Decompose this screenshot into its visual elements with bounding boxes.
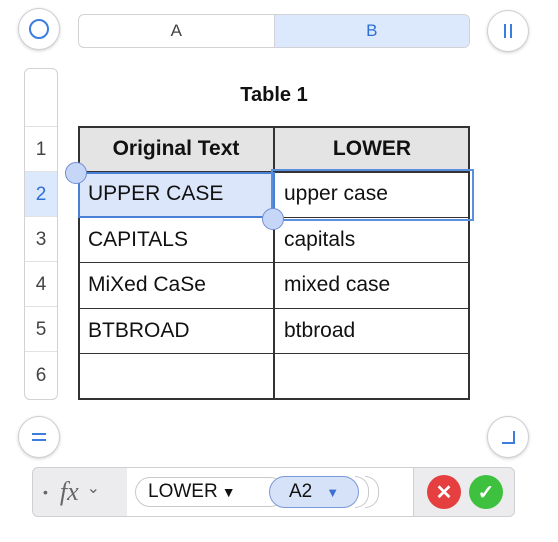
header-cell-lower[interactable]: LOWER	[274, 126, 470, 171]
fx-icon: fx	[59, 477, 79, 506]
column-header-bar: A B	[78, 14, 470, 48]
function-dropdown-icon: ▼	[221, 484, 236, 500]
selection-outline-a2	[78, 172, 275, 218]
row-header-bar: 1 2 3 4 5 6	[24, 68, 58, 400]
argument-dropdown-icon: ▼	[326, 484, 340, 500]
selection-handle-top-left[interactable]	[65, 162, 87, 184]
argument-paren	[365, 476, 379, 508]
row-header-2[interactable]: 2	[25, 171, 57, 217]
add-row-handle[interactable]	[18, 416, 60, 458]
bullet-icon: •	[43, 484, 48, 500]
function-name: LOWER	[148, 481, 218, 502]
row-header-5[interactable]: 5	[25, 306, 57, 352]
table-title[interactable]: Table 1	[78, 84, 470, 107]
selection-handle-bottom-right[interactable]	[262, 208, 284, 230]
function-token[interactable]: LOWER ▼	[135, 477, 285, 507]
row-header-4[interactable]: 4	[25, 261, 57, 307]
formula-reference-outline-b2	[271, 169, 474, 221]
checkmark-icon: ✓	[477, 481, 495, 504]
cell-a5[interactable]: BTBROAD	[78, 308, 274, 353]
formula-bar: • fx ⌄ LOWER ▼ A2 ▼ ✕ ✓	[32, 467, 515, 517]
row-header-corner	[25, 69, 57, 126]
formula-editor[interactable]: LOWER ▼ A2 ▼	[127, 468, 413, 516]
circle-icon	[29, 19, 49, 39]
cell-a4[interactable]: MiXed CaSe	[78, 262, 274, 308]
grid-line	[468, 126, 470, 400]
accept-formula-button[interactable]: ✓	[469, 475, 503, 509]
cell-a6[interactable]	[78, 353, 274, 400]
column-header-a[interactable]: A	[79, 15, 275, 47]
table: Original Text LOWER UPPER CASE upper cas…	[78, 126, 474, 400]
argument-token[interactable]: A2 ▼	[269, 476, 359, 508]
add-column-handle[interactable]	[487, 10, 529, 52]
header-cell-original-text[interactable]: Original Text	[78, 126, 274, 171]
cell-a3[interactable]: CAPITALS	[78, 217, 274, 262]
fx-menu[interactable]: • fx ⌄	[33, 468, 128, 516]
grid-line	[273, 126, 275, 400]
corner-resize-icon	[502, 431, 515, 444]
row-header-6[interactable]: 6	[25, 351, 57, 399]
table-select-handle[interactable]	[18, 8, 60, 50]
cell-b4[interactable]: mixed case	[274, 262, 470, 308]
cell-b6[interactable]	[274, 353, 470, 400]
cell-b3[interactable]: capitals	[274, 217, 470, 262]
cancel-formula-button[interactable]: ✕	[427, 475, 461, 509]
argument-ref: A2	[288, 481, 313, 502]
formula-actions: ✕ ✓	[413, 468, 516, 516]
table-resize-handle[interactable]	[487, 416, 529, 458]
column-header-b[interactable]: B	[274, 15, 469, 47]
column-handle-icon	[504, 24, 512, 38]
row-header-3[interactable]: 3	[25, 216, 57, 262]
cell-b5[interactable]: btbroad	[274, 308, 470, 353]
close-icon: ✕	[435, 481, 453, 504]
chevron-down-icon: ⌄	[86, 480, 101, 497]
row-header-1[interactable]: 1	[25, 126, 57, 172]
row-handle-icon	[32, 433, 46, 441]
